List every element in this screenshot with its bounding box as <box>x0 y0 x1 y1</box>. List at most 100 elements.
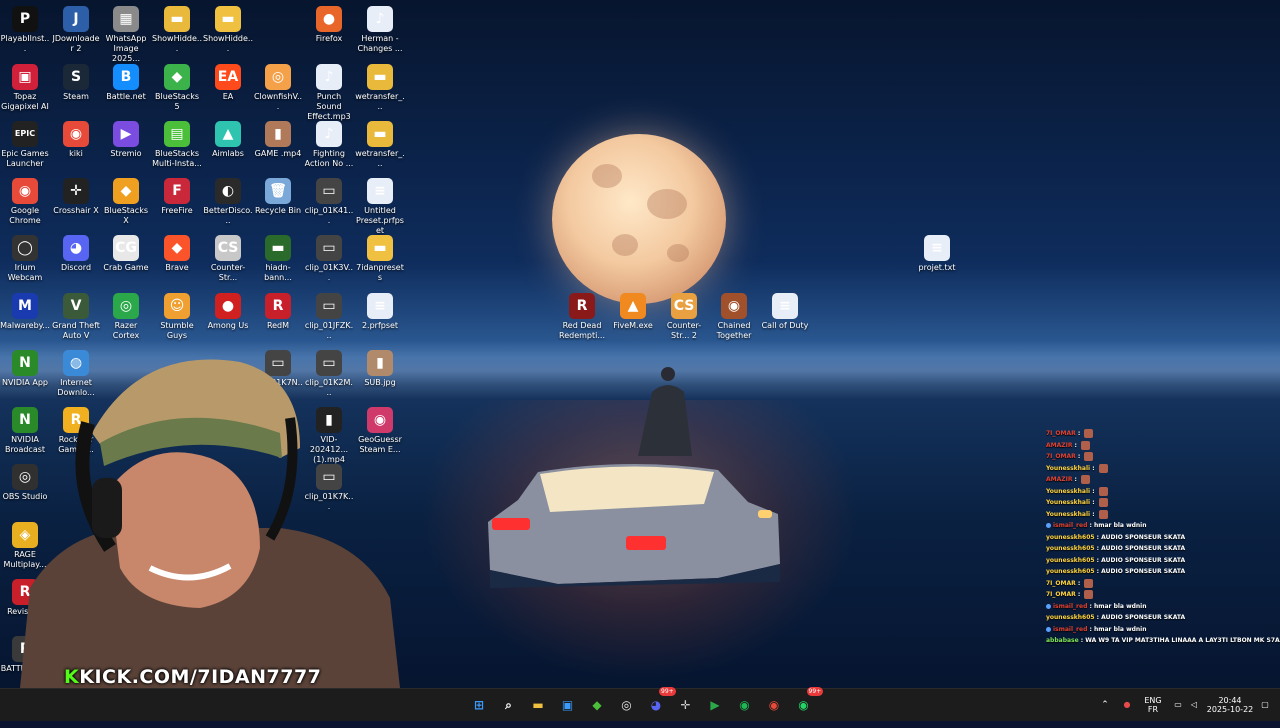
desktop-icon[interactable]: ▬ wetransfer_... <box>355 60 405 116</box>
crosshair-icon[interactable]: ✛ <box>675 694 697 716</box>
search-icon[interactable]: ⌕ <box>498 694 520 716</box>
desktop-icon[interactable]: J JDownloader 2 <box>51 2 101 58</box>
desktop-icon[interactable]: ♪ Punch Sound Effect.mp3 <box>304 60 354 121</box>
desktop-icon[interactable]: ≡ projet.txt <box>912 231 962 287</box>
speaker-icon[interactable]: ◁ <box>1186 689 1202 721</box>
desktop-icon[interactable]: ▬ ShowHidde... <box>152 2 202 58</box>
app-icon: ≡ <box>367 178 393 204</box>
desktop-icon[interactable]: ▬ wetransfer_... <box>355 117 405 173</box>
app-icon: S <box>63 64 89 90</box>
bluestacks-icon[interactable]: ◆ <box>586 694 608 716</box>
whatsapp-icon[interactable]: ◉ <box>793 694 815 716</box>
app-icon: ▬ <box>215 6 241 32</box>
chrome-icon[interactable]: ◉ <box>763 694 785 716</box>
desktop-icon[interactable]: ▦ WhatsApp Image 2025... <box>101 2 151 63</box>
spotify-icon[interactable]: ◉ <box>734 694 756 716</box>
desktop-icon[interactable]: CS Counter-Str... <box>203 231 253 287</box>
desktop-icon[interactable]: ◆ BlueStacks X <box>101 174 151 230</box>
clock[interactable]: 20:44 2025-10-22 <box>1204 689 1256 728</box>
chat-separator: : <box>1072 441 1080 449</box>
app-icon: ▬ <box>367 64 393 90</box>
desktop-icon[interactable]: ▭ clip_01K3V... <box>304 231 354 287</box>
app-icon: ◕ <box>63 235 89 261</box>
file-explorer-icon[interactable]: ▬ <box>527 694 549 716</box>
language-switcher[interactable]: ENG FR <box>1140 689 1166 728</box>
chat-message: 7I_OMAR : <box>1046 451 1280 463</box>
microphone-icon[interactable]: ● <box>1118 689 1136 721</box>
desktop-icon[interactable]: ◆ BlueStacks 5 <box>152 60 202 116</box>
desktop-icon[interactable]: ▣ Topaz Gigapixel AI <box>0 60 50 116</box>
app-icon: ◆ <box>113 178 139 204</box>
desktop-icon[interactable]: ◉ Google Chrome <box>0 174 50 230</box>
desktop-icon-label: Firefox <box>315 34 343 43</box>
desktop-icon[interactable]: ◐ BetterDisco... <box>203 174 253 230</box>
chat-badge-icon <box>1046 523 1051 528</box>
desktop-icon[interactable]: ▤ BlueStacks Multi-Insta... <box>152 117 202 173</box>
desktop-icon[interactable]: R RedM <box>253 289 303 345</box>
desktop-icon[interactable]: ▬ hiadn-bann... <box>253 231 303 287</box>
desktop-icon[interactable]: ▲ FiveM.exe <box>608 289 658 345</box>
app-icon: ▭ <box>316 235 342 261</box>
monitor-icon[interactable]: ▭ <box>1170 689 1186 721</box>
desktop-icon[interactable]: ◎ ClownfishV... <box>253 60 303 116</box>
chat-separator: : <box>1090 464 1097 472</box>
app-icon: ≡ <box>772 293 798 319</box>
desktop-icon-label: BlueStacks 5 <box>154 92 200 111</box>
chat-separator: : <box>1072 476 1080 483</box>
razer-icon[interactable]: ▶ <box>704 694 726 716</box>
desktop-icon[interactable]: S Steam <box>51 60 101 116</box>
desktop-icon[interactable]: ☺ Stumble Guys <box>152 289 202 345</box>
desktop-icon[interactable]: CG Crab Game <box>101 231 151 287</box>
chat-username: 7I_OMAR <box>1046 453 1076 460</box>
desktop-icon[interactable]: F FreeFire <box>152 174 202 230</box>
desktop-icon[interactable]: M Malwareby... <box>0 289 50 345</box>
desktop-icon[interactable]: ● Firefox <box>304 2 354 58</box>
desktop-icon[interactable]: ♪ Herman - Changes ... <box>355 2 405 58</box>
desktop-icon[interactable]: ≡ 2.prfpset <box>355 289 405 345</box>
desktop-icon[interactable]: ◆ Brave <box>152 231 202 287</box>
start-icon[interactable]: ⊞ <box>468 694 490 716</box>
store-icon[interactable]: ▣ <box>557 694 579 716</box>
chat-message: Younesskhali : <box>1046 497 1280 509</box>
chat-message: Younesskhali : <box>1046 486 1280 498</box>
desktop-icon[interactable]: ▮ GAME .mp4 <box>253 117 303 173</box>
desktop-icon[interactable]: ◉ kiki <box>51 117 101 173</box>
desktop-icon[interactable]: ◉ Chained Together <box>709 289 759 345</box>
desktop-icon[interactable]: ▶ Stremio <box>101 117 151 173</box>
desktop-icon[interactable]: P PlayabIlnst... <box>0 2 50 58</box>
chat-text: WA W9 TA VIP MAT3TIHA LINAAA A LAY3TI LT… <box>1085 637 1280 644</box>
desktop-icon[interactable]: CS Counter-Str... 2 <box>659 289 709 345</box>
desktop-icon[interactable]: 🗑 Recycle Bin <box>253 174 303 230</box>
desktop-icon[interactable]: ▬ 7idanpresets <box>355 231 405 287</box>
desktop-icon[interactable]: R Red Dead Redempti... <box>557 289 607 345</box>
app-icon: J <box>63 6 89 32</box>
desktop-icon[interactable]: ✛ Crosshair X <box>51 174 101 230</box>
chat-separator: : <box>1087 625 1094 633</box>
desktop-icon[interactable]: EA EA <box>203 60 253 116</box>
chat-username: 7I_OMAR <box>1046 579 1076 587</box>
desktop-icon[interactable]: ≡ Untitled Preset.prfpset <box>355 174 405 235</box>
desktop-icon[interactable]: ◕ Discord <box>51 231 101 287</box>
desktop-icon[interactable]: ▭ clip_01K41... <box>304 174 354 230</box>
desktop-icon[interactable]: EPIC Epic Games Launcher <box>0 117 50 173</box>
app-icon: ◉ <box>63 121 89 147</box>
desktop-icon[interactable]: ▬ ShowHidde... <box>203 2 253 58</box>
desktop-icon[interactable]: ◯ Irium Webcam <box>0 231 50 287</box>
desktop-icon[interactable]: ♪ Fighting Action No ... <box>304 117 354 173</box>
desktop-icon-label: ShowHidde... <box>203 34 253 53</box>
chevron-up-icon[interactable]: ⌃ <box>1096 689 1114 721</box>
desktop-icon[interactable]: ● Among Us <box>203 289 253 345</box>
desktop-icon-label: Call of Duty <box>761 321 809 330</box>
obs-icon[interactable]: ◎ <box>616 694 638 716</box>
desktop-icon[interactable]: ▲ Aimlabs <box>203 117 253 173</box>
desktop-icon[interactable]: ◎ Razer Cortex <box>101 289 151 345</box>
desktop-icon[interactable]: ≡ Call of Duty <box>760 289 810 345</box>
desktop-icon[interactable]: V Grand Theft Auto V <box>51 289 101 345</box>
desktop-icon[interactable]: ▭ clip_01JFZK... <box>304 289 354 345</box>
desktop-icon-label: Irium Webcam <box>7 263 43 282</box>
app-icon: ▬ <box>367 121 393 147</box>
desktop-icon[interactable]: B Battle.net <box>101 60 151 116</box>
notification-icon[interactable]: ▢ <box>1256 689 1274 721</box>
discord-icon[interactable]: ◕ <box>645 694 667 716</box>
chat-username: Younesskhali <box>1046 464 1091 472</box>
